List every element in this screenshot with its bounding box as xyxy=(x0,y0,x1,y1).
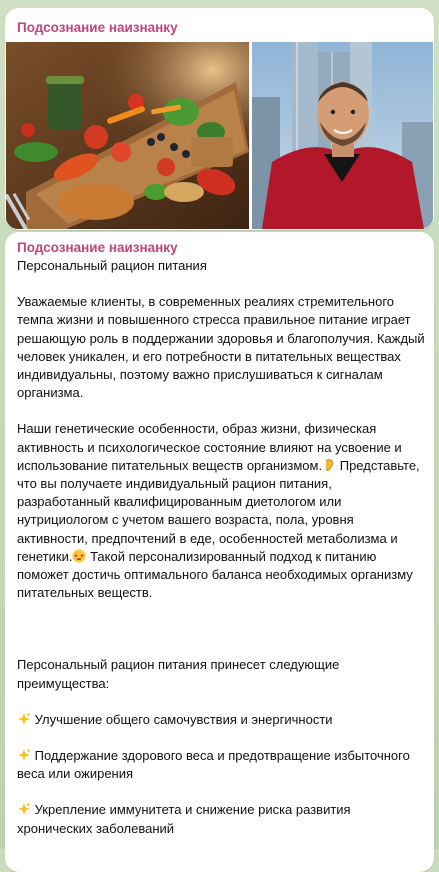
message-body: Подсознание наизнанку Персональный рацио… xyxy=(17,240,427,838)
food-platter-image xyxy=(6,42,249,229)
benefit-text: Поддержание здорового веса и предотвраще… xyxy=(17,748,410,782)
text-message-bubble[interactable]: Подсознание наизнанку Персональный рацио… xyxy=(5,232,434,872)
man-portrait-image xyxy=(252,42,433,229)
paragraph-intro: Уважаемые клиенты, в современных реалиях… xyxy=(17,294,425,401)
benefit-text: Укрепление иммунитета и снижение риска р… xyxy=(17,802,351,836)
food-photo[interactable] xyxy=(6,42,249,229)
sparkles-icon xyxy=(18,712,30,725)
media-message-bubble[interactable]: Подсознание наизнанку xyxy=(5,8,434,230)
star-struck-icon xyxy=(72,549,86,563)
benefits-intro: Персональный рацион питания принесет сле… xyxy=(17,657,340,691)
media-album xyxy=(6,42,433,230)
paragraph-genetics: Наши генетические особенности, образ жиз… xyxy=(17,420,427,602)
ear-icon xyxy=(325,458,334,471)
sender-name[interactable]: Подсознание наизнанку xyxy=(17,20,178,36)
message-title: Персональный рацион питания xyxy=(17,258,207,273)
benefit-text: Улучшение общего самочувствия и энергичн… xyxy=(34,711,333,727)
sparkles-icon xyxy=(18,803,30,816)
portrait-photo[interactable] xyxy=(252,42,433,229)
sender-name[interactable]: Подсознание наизнанку xyxy=(17,240,427,256)
benefit-item: Поддержание здорового веса и предотвраще… xyxy=(17,747,427,783)
sparkles-icon xyxy=(18,749,30,762)
benefit-item: Укрепление иммунитета и снижение риска р… xyxy=(17,801,427,837)
benefit-item: Улучшение общего самочувствия и энергичн… xyxy=(17,711,427,729)
